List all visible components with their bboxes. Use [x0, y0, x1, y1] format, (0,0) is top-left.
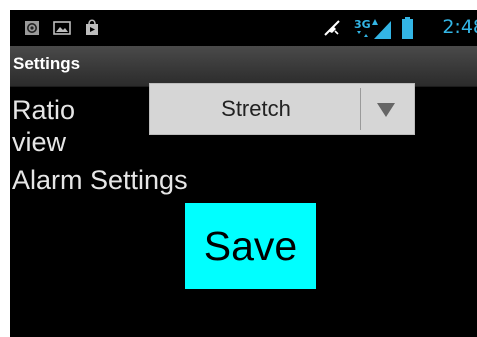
- ratio-view-spinner[interactable]: Stretch: [149, 83, 415, 135]
- ratio-view-label-line1: Ratio: [12, 95, 76, 125]
- signal-icon: 3G: [354, 18, 391, 39]
- mute-icon: [324, 20, 340, 36]
- app-screen: 3G 2:48 Settings Ratio view Stretch Alar…: [10, 10, 477, 337]
- ratio-view-label-line2: view: [12, 127, 67, 157]
- dropdown-arrow-icon: [377, 103, 395, 117]
- spinner-divider: [360, 88, 361, 130]
- battery-icon: [402, 17, 413, 39]
- save-button[interactable]: Save: [185, 203, 316, 289]
- alarm-settings-label: Alarm Settings: [12, 165, 188, 195]
- spinner-selected-value: Stretch: [221, 96, 291, 121]
- status-time: 2:48: [442, 16, 477, 38]
- page-title: Settings: [13, 54, 81, 73]
- title-bar: Settings: [10, 46, 477, 87]
- shopping-bag-icon: [86, 19, 98, 35]
- ratio-view-label: Ratio view: [12, 94, 75, 158]
- image-icon: [53, 21, 71, 35]
- svg-text:3G: 3G: [354, 18, 371, 31]
- at-sign-icon: [25, 21, 39, 35]
- status-bar: 3G 2:48: [10, 10, 477, 46]
